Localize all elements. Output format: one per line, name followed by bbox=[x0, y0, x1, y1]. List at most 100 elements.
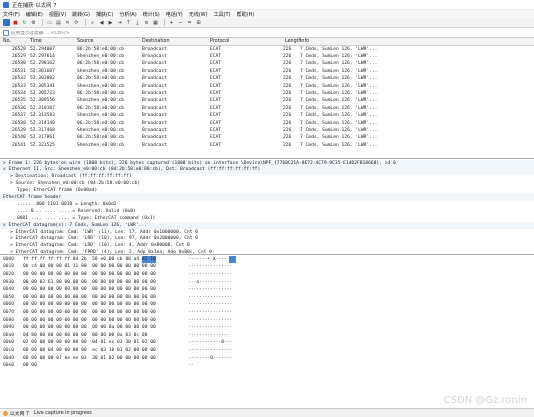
column-header-protocol[interactable]: Protocol bbox=[210, 39, 229, 44]
hex-offset[interactable]: 0050 bbox=[3, 295, 14, 300]
hex-offset[interactable]: 00b0 bbox=[3, 340, 14, 345]
hex-offset[interactable]: 00c0 bbox=[3, 348, 14, 353]
first-packet-icon[interactable]: ⤒ bbox=[125, 19, 132, 26]
tree-item[interactable]: v EtherCAT datagram(s): 7 Cmds, SumLen 1… bbox=[0, 222, 534, 229]
hex-ascii[interactable]: ················ bbox=[188, 310, 232, 315]
hex-offset[interactable]: 0020 bbox=[3, 272, 14, 277]
hex-hex[interactable]: 00 00 00 00 00 00 00 00 00 00 00 00 00 0… bbox=[23, 310, 156, 315]
table-row[interactable]: 26533 52.305341 Shenzhen_e0:00:cb Broadcast… bbox=[0, 83, 534, 90]
hex-ascii[interactable]: ············0··· bbox=[188, 340, 232, 345]
menu-item[interactable]: 电话(Y) bbox=[166, 11, 183, 18]
tree-item[interactable]: > Source: Shenzhen_e0:00:cb (04:2b:58:e0… bbox=[0, 181, 534, 188]
tree-item[interactable]: EtherCAT frame header bbox=[0, 194, 534, 202]
table-row[interactable]: 26528 52.294007 06:2b:58:e0:00:cb Broadcast… bbox=[0, 46, 534, 53]
hex-offset[interactable]: 0010 bbox=[3, 264, 14, 269]
table-row[interactable]: 26536 52.310107 06:2b:58:e0:00:cb Broadcast… bbox=[0, 105, 534, 112]
menu-item[interactable]: 帮助(H) bbox=[237, 11, 255, 18]
table-row[interactable]: 26540 52.317861 06:2b:58:e0:00:cb Broadcast… bbox=[0, 135, 534, 142]
tree-item[interactable]: v Ethernet II, Src: Shenzhen_e0:00:cb (0… bbox=[0, 166, 534, 174]
hex-offset[interactable]: 0000 bbox=[3, 257, 14, 262]
expert-info-icon[interactable] bbox=[3, 410, 8, 416]
hex-offset[interactable]: 0080 bbox=[3, 318, 14, 323]
capture-options-icon[interactable]: ⚙ bbox=[30, 19, 37, 26]
hex-hex[interactable]: 00 00 02 61 80 00 00 00 00 00 00 00 00 0… bbox=[23, 280, 156, 285]
hex-ascii[interactable]: ················ bbox=[188, 302, 232, 307]
hex-hex[interactable]: 04 80 00 00 00 00 00 00 00 00 00 0a 03 0… bbox=[23, 333, 147, 338]
hex-ascii[interactable]: ················ bbox=[188, 318, 232, 323]
find-packet-icon[interactable]: ⌕ bbox=[89, 19, 96, 26]
hex-hex[interactable]: 00 00 bbox=[23, 363, 37, 368]
go-back-icon[interactable]: ◀ bbox=[98, 19, 105, 26]
menu-item[interactable]: 文件(F) bbox=[3, 11, 20, 18]
hex-offset[interactable]: 0040 bbox=[3, 287, 14, 292]
menu-item[interactable]: 捕获(C) bbox=[96, 11, 113, 18]
hex-ascii[interactable]: ········0······· bbox=[188, 356, 232, 361]
column-header-info[interactable]: Info bbox=[300, 39, 309, 44]
tree-item[interactable]: ..... .000 1101 0010 = Length: 0x0d2 bbox=[0, 201, 534, 208]
hex-hex[interactable]: ff ff ff ff ff ff 04 2b 58 e0 00 cb 88 a… bbox=[23, 257, 156, 262]
tree-item[interactable]: > EtherCAT datagram: Cmd: 'LRD' (10), Le… bbox=[0, 243, 534, 250]
hex-hex[interactable]: 00 00 00 04 00 00 00 00 ec 03 10 01 02 0… bbox=[23, 348, 156, 353]
save-file-icon[interactable]: ▤ bbox=[55, 19, 62, 26]
table-row[interactable]: 26541 52.321525 Shenzhen_e0:00:cb Broadcast… bbox=[0, 142, 534, 149]
hex-ascii[interactable]: ················ bbox=[188, 348, 232, 353]
tree-item[interactable]: 0001 .... .... .... = Type: EtherCAT com… bbox=[0, 215, 534, 222]
hex-offset[interactable]: 00a0 bbox=[3, 333, 14, 338]
stop-capture-icon[interactable]: ■ bbox=[12, 19, 19, 26]
tree-item[interactable]: > EtherCAT datagram: Cmd: 'LWR' (11), Le… bbox=[0, 229, 534, 236]
tree-item[interactable]: > EtherCAT datagram: Cmd: 'LRD' (10), Le… bbox=[0, 236, 534, 243]
menu-item[interactable]: 工具(T) bbox=[214, 11, 231, 18]
menu-item[interactable]: 编辑(E) bbox=[26, 11, 43, 18]
table-row[interactable]: 26539 52.317468 Shenzhen_e0:00:cb Broadcast… bbox=[0, 127, 534, 134]
table-row[interactable]: 26534 52.305723 06:2b:58:e0:00:cb Broadcast… bbox=[0, 90, 534, 97]
hex-hex[interactable]: 00 00 00 00 00 00 00 00 00 00 00 00 00 0… bbox=[23, 318, 156, 323]
tree-item[interactable]: > Frame 1: 226 bytes on wire (1808 bits)… bbox=[0, 160, 534, 167]
hex-offset[interactable]: 00e0 bbox=[3, 363, 14, 368]
go-forward-icon[interactable]: ▶ bbox=[107, 19, 114, 26]
last-packet-icon[interactable]: ⤓ bbox=[134, 19, 141, 26]
hex-ascii[interactable]: ················ bbox=[188, 295, 232, 300]
hex-ascii[interactable]: ···a············ bbox=[188, 280, 232, 285]
bookmark-filter-icon[interactable] bbox=[3, 30, 9, 36]
menu-item[interactable]: 视图(V) bbox=[49, 11, 66, 18]
tree-item[interactable]: .... 0... .... .... = Reserved: Valid (0… bbox=[0, 208, 534, 215]
menu-item[interactable]: 无线(W) bbox=[189, 11, 208, 18]
column-header-time[interactable]: Time bbox=[30, 39, 42, 44]
hex-ascii[interactable]: ·· bbox=[188, 363, 194, 368]
hex-ascii[interactable]: ················ bbox=[188, 272, 232, 277]
hex-hex[interactable]: 00 00 00 00 07 be ee 03 30 01 02 00 00 0… bbox=[23, 356, 156, 361]
hex-hex[interactable]: 02 00 00 00 00 00 00 00 04 01 ec 03 30 0… bbox=[23, 340, 156, 345]
autoscroll-icon[interactable]: ≡ bbox=[143, 19, 150, 26]
hex-hex[interactable]: 00 00 00 00 00 00 00 00 00 00 00 00 00 0… bbox=[23, 272, 156, 277]
start-capture-icon[interactable] bbox=[3, 19, 10, 26]
menu-item[interactable]: 统计(S) bbox=[143, 11, 160, 18]
table-row[interactable]: 26535 52.309556 Shenzhen_e0:00:cb Broadcast… bbox=[0, 98, 534, 105]
reload-icon[interactable]: ⟳ bbox=[73, 19, 80, 26]
table-row[interactable]: 26538 52.314140 06:2b:58:e0:00:cb Broadcast… bbox=[0, 120, 534, 127]
colorize-icon[interactable]: ▦ bbox=[152, 19, 159, 26]
table-row[interactable]: 26531 52.301607 Shenzhen_e0:00:cb Broadcast… bbox=[0, 68, 534, 75]
hex-ascii[interactable]: ················ bbox=[188, 287, 232, 292]
menu-item[interactable]: 跳转(G) bbox=[72, 11, 90, 18]
tree-item[interactable]: > Destination: Broadcast (ff:ff:ff:ff:ff… bbox=[0, 174, 534, 181]
hex-ascii[interactable]: ·······+ X······· bbox=[188, 257, 235, 262]
close-file-icon[interactable]: ✕ bbox=[64, 19, 71, 26]
hex-offset[interactable]: 00d0 bbox=[3, 356, 14, 361]
hex-offset[interactable]: 0090 bbox=[3, 325, 14, 330]
table-row[interactable]: 26532 52.302002 06:2b:58:e0:00:cb Broadcast… bbox=[0, 76, 534, 83]
table-row[interactable]: 26529 52.297614 Shenzhen_e0:00:cb Broadcast… bbox=[0, 53, 534, 60]
column-header-source[interactable]: Source bbox=[77, 39, 93, 44]
hex-hex[interactable]: 00 00 00 00 00 00 00 00 00 00 8a 08 00 0… bbox=[23, 325, 156, 330]
hex-ascii[interactable]: ················ bbox=[188, 264, 232, 269]
open-file-icon[interactable]: ▭ bbox=[46, 19, 53, 26]
zoom-out-icon[interactable]: − bbox=[177, 19, 184, 26]
hex-offset[interactable]: 0030 bbox=[3, 280, 14, 285]
menu-item[interactable]: 分析(A) bbox=[119, 11, 136, 18]
zoom-reset-icon[interactable]: = bbox=[186, 19, 193, 26]
hex-offset[interactable]: 0060 bbox=[3, 302, 14, 307]
tree-item[interactable]: > EtherCAT datagram: Cmd: 'FPRD' (4), Le… bbox=[0, 250, 534, 254]
display-filter-input[interactable] bbox=[11, 30, 491, 36]
hex-hex[interactable]: 00 00 00 00 00 00 00 00 00 00 00 00 00 0… bbox=[23, 287, 156, 292]
zoom-in-icon[interactable]: + bbox=[168, 19, 175, 26]
tree-item[interactable]: Type: EtherCAT frame (0x88a4) bbox=[0, 188, 534, 195]
